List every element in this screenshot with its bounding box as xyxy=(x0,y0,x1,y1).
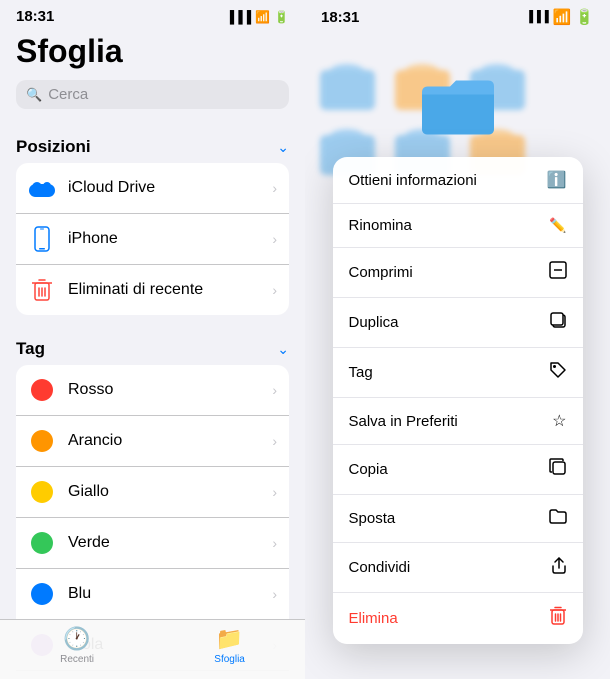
compress-label: Comprimi xyxy=(349,264,413,281)
delete-label: Elimina xyxy=(349,610,398,627)
context-overlay: Ottieni informazioni ℹ️ Rinomina ✏️ Comp… xyxy=(305,0,610,679)
context-share[interactable]: Condividi xyxy=(333,543,583,593)
context-menu: Ottieni informazioni ℹ️ Rinomina ✏️ Comp… xyxy=(333,157,583,644)
chevron-right-icon: › xyxy=(272,231,277,247)
giallo-dot-icon xyxy=(28,478,56,506)
duplicate-label: Duplica xyxy=(349,314,399,331)
sfoglia-tab-label: Sfoglia xyxy=(214,654,245,665)
search-icon: 🔍 xyxy=(26,87,42,103)
list-item[interactable]: Giallo › xyxy=(16,467,289,518)
blu-dot-icon xyxy=(28,580,56,608)
chevron-right-icon: › xyxy=(272,180,277,196)
context-favorite[interactable]: Salva in Preferiti ☆ xyxy=(333,398,583,445)
signal-icon-right: ▐▐▐ xyxy=(525,11,548,23)
list-item[interactable]: iPhone › xyxy=(16,214,289,265)
context-copy[interactable]: Copia xyxy=(333,445,583,495)
share-label: Condividi xyxy=(349,559,411,576)
sfoglia-icon: 📁 xyxy=(216,626,243,652)
wifi-icon-right: 📶 xyxy=(553,8,572,26)
battery-icon-right: 🔋 xyxy=(575,8,594,26)
recenti-tab-label: Recenti xyxy=(60,654,94,665)
compress-icon xyxy=(549,261,567,284)
tag-chevron-icon[interactable]: ⌄ xyxy=(277,341,289,358)
verde-dot-icon xyxy=(28,529,56,557)
list-item[interactable]: Rosso › xyxy=(16,365,289,416)
giallo-label: Giallo xyxy=(68,483,260,501)
context-delete[interactable]: Elimina xyxy=(333,593,583,644)
copy-icon xyxy=(549,458,567,481)
chevron-right-icon: › xyxy=(272,484,277,500)
arancio-dot-icon xyxy=(28,427,56,455)
context-move[interactable]: Sposta xyxy=(333,495,583,543)
posizioni-section-header: Posizioni ⌄ xyxy=(0,121,305,163)
list-item[interactable]: Eliminati di recente › xyxy=(16,265,289,315)
time-right: 18:31 xyxy=(321,9,359,26)
blu-label: Blu xyxy=(68,585,260,603)
chevron-right-icon: › xyxy=(272,282,277,298)
status-icons-right: ▐▐▐ 📶 🔋 xyxy=(525,8,594,26)
status-icons-left: ▐▐▐ 📶 🔋 xyxy=(226,10,289,24)
verde-label: Verde xyxy=(68,534,260,552)
status-bar-right: 18:31 ▐▐▐ 📶 🔋 xyxy=(305,0,610,30)
right-panel: 18:31 ▐▐▐ 📶 🔋 Ottieni informazioni ℹ️ Ri… xyxy=(305,0,610,679)
tab-sfoglia[interactable]: 📁 Sfoglia xyxy=(214,626,245,665)
context-rename[interactable]: Rinomina ✏️ xyxy=(333,204,583,248)
left-panel: 18:31 ▐▐▐ 📶 🔋 Sfoglia 🔍 Cerca Posizioni … xyxy=(0,0,305,679)
list-item[interactable]: Verde › xyxy=(16,518,289,569)
signal-icon: ▐▐▐ xyxy=(226,10,252,24)
list-item[interactable]: Arancio › xyxy=(16,416,289,467)
icloud-icon xyxy=(28,174,56,202)
battery-icon: 🔋 xyxy=(274,10,289,24)
context-duplicate[interactable]: Duplica xyxy=(333,298,583,348)
rosso-dot-icon xyxy=(28,376,56,404)
chevron-right-icon: › xyxy=(272,433,277,449)
posizioni-chevron-icon[interactable]: ⌄ xyxy=(277,139,289,156)
star-icon: ☆ xyxy=(552,411,566,431)
folder-move-icon xyxy=(549,508,567,529)
posizioni-title: Posizioni xyxy=(16,137,91,157)
rename-label: Rinomina xyxy=(349,217,412,234)
trash-delete-icon xyxy=(549,606,567,631)
tag-label: Tag xyxy=(349,364,373,381)
search-bar[interactable]: 🔍 Cerca xyxy=(16,80,289,109)
posizioni-list: iCloud Drive › iPhone › xyxy=(16,163,289,315)
share-icon xyxy=(551,556,567,579)
chevron-right-icon: › xyxy=(272,586,277,602)
rosso-label: Rosso xyxy=(68,381,260,399)
tag-section-header: Tag ⌄ xyxy=(0,323,305,365)
context-compress[interactable]: Comprimi xyxy=(333,248,583,298)
trash-icon xyxy=(28,276,56,304)
chevron-right-icon: › xyxy=(272,535,277,551)
move-label: Sposta xyxy=(349,510,396,527)
iphone-label: iPhone xyxy=(68,230,260,248)
pencil-icon: ✏️ xyxy=(549,217,566,234)
wifi-icon: 📶 xyxy=(255,10,270,24)
page-title: Sfoglia xyxy=(16,33,289,70)
tab-bar: 🕐 Recenti 📁 Sfoglia xyxy=(0,619,305,679)
status-bar-left: 18:31 ▐▐▐ 📶 🔋 xyxy=(0,0,305,29)
tag-icon xyxy=(549,361,567,384)
tag-title: Tag xyxy=(16,339,45,359)
scroll-content: Posizioni ⌄ iCloud Drive › xyxy=(0,121,305,679)
recenti-icon: 🕐 xyxy=(63,626,90,652)
iphone-icon xyxy=(28,225,56,253)
duplicate-icon xyxy=(549,311,567,334)
context-tag[interactable]: Tag xyxy=(333,348,583,398)
favorite-label: Salva in Preferiti xyxy=(349,413,458,430)
icloud-label: iCloud Drive xyxy=(68,179,260,197)
context-info[interactable]: Ottieni informazioni ℹ️ xyxy=(333,157,583,204)
info-label: Ottieni informazioni xyxy=(349,172,477,189)
browse-header: Sfoglia 🔍 Cerca xyxy=(0,29,305,121)
trash-label: Eliminati di recente xyxy=(68,281,260,299)
chevron-right-icon: › xyxy=(272,382,277,398)
search-placeholder: Cerca xyxy=(48,86,88,103)
info-icon: ℹ️ xyxy=(547,170,567,190)
list-item[interactable]: Blu › xyxy=(16,569,289,620)
arancio-label: Arancio xyxy=(68,432,260,450)
folder-preview xyxy=(418,70,498,145)
tab-recenti[interactable]: 🕐 Recenti xyxy=(60,626,94,665)
time-left: 18:31 xyxy=(16,8,54,25)
copy-label: Copia xyxy=(349,461,388,478)
list-item[interactable]: iCloud Drive › xyxy=(16,163,289,214)
